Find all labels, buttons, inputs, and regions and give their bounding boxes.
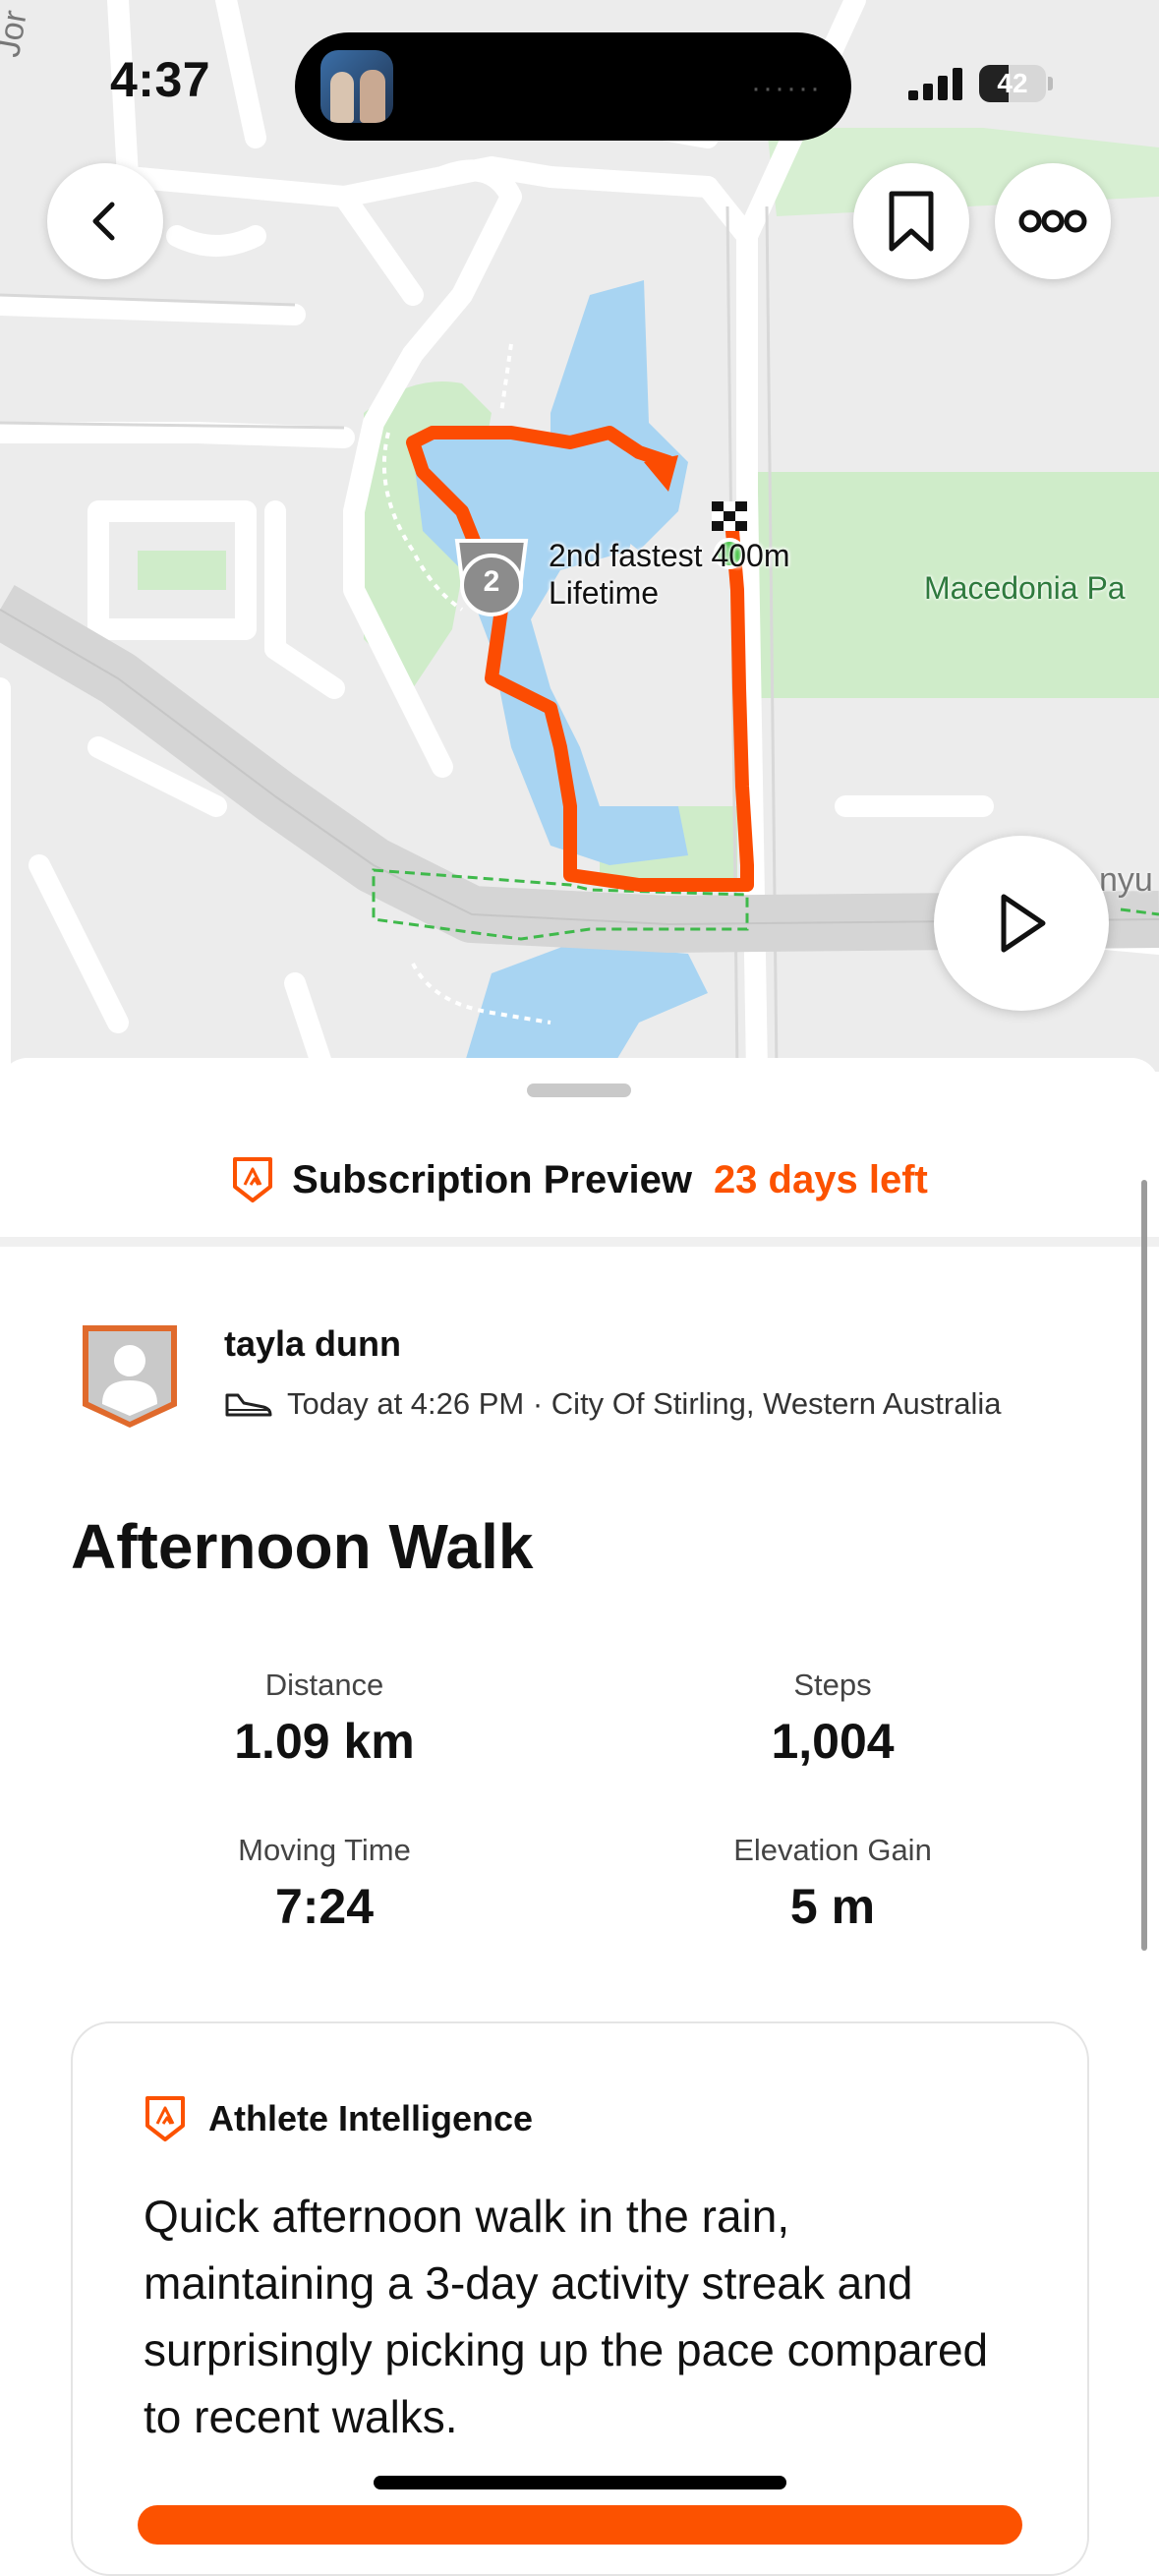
bookmark-button[interactable] (853, 163, 969, 279)
status-time: 4:37 (110, 52, 211, 107)
road-label: nyu (1099, 861, 1153, 899)
island-activity-dots: ······ (751, 72, 822, 104)
stat-value: 1,004 (771, 1714, 895, 1769)
section-divider (0, 1237, 1159, 1247)
subscription-banner[interactable]: Subscription Preview 23 days left (0, 1150, 1159, 1209)
subscription-days-left: 23 days left (713, 1157, 928, 1201)
stat-value: 1.09 km (234, 1714, 415, 1769)
sheet-grabber[interactable] (527, 1083, 631, 1097)
dynamic-island[interactable]: ······ (295, 32, 851, 141)
scrollbar[interactable] (1141, 1180, 1147, 1951)
stat-moving-time: Moving Time 7:24 (128, 1833, 521, 1935)
battery-nub (1048, 77, 1053, 90)
play-icon (1001, 894, 1046, 953)
activity-meta: Today at 4:26 PM · City Of Stirling, Wes… (224, 1386, 1002, 1422)
segment-label-line2: Lifetime (549, 575, 660, 611)
back-button[interactable] (47, 163, 163, 279)
athlete-intelligence-header: Athlete Intelligence (144, 2094, 533, 2143)
park-label: Macedonia Pa (924, 570, 1126, 606)
activity-meta-text: Today at 4:26 PM · City Of Stirling, Wes… (287, 1386, 1002, 1421)
stat-label: Distance (264, 1668, 384, 1702)
activity-title: Afternoon Walk (71, 1511, 534, 1582)
stat-label: Elevation Gain (733, 1833, 932, 1867)
home-indicator[interactable] (374, 2476, 786, 2489)
more-options-button[interactable] (995, 163, 1111, 279)
stat-elevation-gain: Elevation Gain 5 m (636, 1833, 1029, 1935)
shoe-icon (225, 1393, 272, 1417)
stat-label: Moving Time (238, 1833, 411, 1867)
stat-steps: Steps 1,004 (636, 1668, 1029, 1770)
medal-rank: 2 (483, 565, 500, 598)
primary-action-button[interactable] (138, 2505, 1022, 2545)
avatar[interactable] (79, 1321, 181, 1432)
subscription-title: Subscription Preview (292, 1157, 692, 1201)
athlete-intelligence-title: Athlete Intelligence (208, 2098, 534, 2138)
lake (462, 944, 708, 1072)
finish-flag-icon (712, 501, 747, 531)
segment-label: 2nd fastest 400m Lifetime (549, 537, 789, 612)
stat-label: Steps (793, 1668, 872, 1702)
avatar-shield-icon (83, 1325, 177, 1428)
stat-distance: Distance 1.09 km (128, 1668, 521, 1770)
park-area (138, 551, 226, 590)
bookmark-icon (889, 191, 934, 252)
battery-level: 42 (997, 68, 1028, 98)
stat-value: 7:24 (274, 1879, 375, 1934)
strava-shield-icon (233, 1157, 273, 1202)
strava-shield-icon (145, 2096, 185, 2141)
chevron-left-icon (92, 202, 115, 241)
play-flyover-button[interactable] (934, 836, 1109, 1011)
cellular-signal-icon (908, 68, 962, 100)
more-horizontal-icon (1018, 209, 1087, 233)
athlete-name[interactable]: tayla dunn (224, 1323, 401, 1365)
athlete-intelligence-summary: Quick afternoon walk in the rain, mainta… (144, 2191, 989, 2442)
now-playing-artwork (320, 50, 393, 123)
stat-value: 5 m (789, 1879, 876, 1934)
segment-label-line1: 2nd fastest 400m (549, 538, 790, 573)
battery-icon: 42 (979, 65, 1046, 102)
